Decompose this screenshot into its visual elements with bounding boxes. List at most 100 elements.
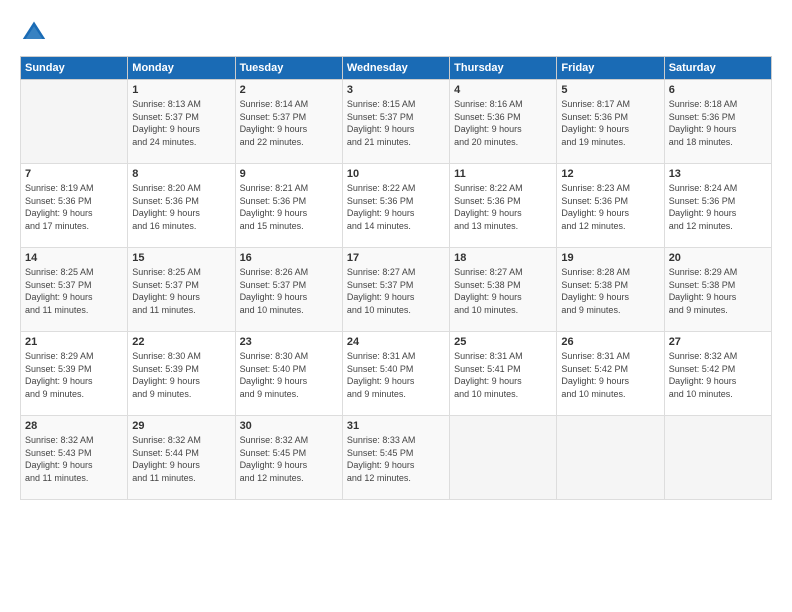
- calendar-week-3: 21 Sunrise: 8:29 AM Sunset: 5:39 PM Dayli…: [21, 332, 772, 416]
- calendar-cell: 7 Sunrise: 8:19 AM Sunset: 5:36 PM Daylig…: [21, 164, 128, 248]
- calendar-cell: 23Sunrise: 8:30 AM Sunset: 5:40 PM Dayli…: [235, 332, 342, 416]
- weekday-header-saturday: Saturday: [664, 57, 771, 80]
- calendar-week-4: 28Sunrise: 8:32 AM Sunset: 5:43 PM Dayli…: [21, 416, 772, 500]
- day-number: 21: [25, 336, 123, 348]
- day-number: 29: [132, 420, 230, 432]
- day-info: Sunrise: 8:30 AM Sunset: 5:39 PM Dayligh…: [132, 350, 230, 400]
- day-info: Sunrise: 8:13 AM Sunset: 5:37 PM Dayligh…: [132, 98, 230, 148]
- day-number: 13: [669, 168, 767, 180]
- day-info: Sunrise: 8:18 AM Sunset: 5:36 PM Dayligh…: [669, 98, 767, 148]
- day-info: Sunrise: 8:23 AM Sunset: 5:36 PM Dayligh…: [561, 182, 659, 232]
- calendar-week-0: 1 Sunrise: 8:13 AM Sunset: 5:37 PM Daylig…: [21, 80, 772, 164]
- calendar-cell: 3Sunrise: 8:15 AM Sunset: 5:37 PM Daylig…: [342, 80, 449, 164]
- day-info: Sunrise: 8:32 AM Sunset: 5:43 PM Dayligh…: [25, 434, 123, 484]
- day-info: Sunrise: 8:30 AM Sunset: 5:40 PM Dayligh…: [240, 350, 338, 400]
- day-number: 15: [132, 252, 230, 264]
- calendar-header: SundayMondayTuesdayWednesdayThursdayFrid…: [21, 57, 772, 80]
- calendar-cell: 13 Sunrise: 8:24 AM Sunset: 5:36 PM Dayli…: [664, 164, 771, 248]
- day-number: 3: [347, 84, 445, 96]
- day-number: 7: [25, 168, 123, 180]
- calendar-cell: 28Sunrise: 8:32 AM Sunset: 5:43 PM Dayli…: [21, 416, 128, 500]
- calendar-cell: 15 Sunrise: 8:25 AM Sunset: 5:37 PM Dayli…: [128, 248, 235, 332]
- day-info: Sunrise: 8:22 AM Sunset: 5:36 PM Dayligh…: [454, 182, 552, 232]
- weekday-header-monday: Monday: [128, 57, 235, 80]
- weekday-header-friday: Friday: [557, 57, 664, 80]
- calendar-cell: [21, 80, 128, 164]
- day-info: Sunrise: 8:17 AM Sunset: 5:36 PM Dayligh…: [561, 98, 659, 148]
- day-info: Sunrise: 8:26 AM Sunset: 5:37 PM Dayligh…: [240, 266, 338, 316]
- day-number: 11: [454, 168, 552, 180]
- calendar-week-2: 14 Sunrise: 8:25 AM Sunset: 5:37 PM Dayli…: [21, 248, 772, 332]
- calendar-cell: 24 Sunrise: 8:31 AM Sunset: 5:40 PM Dayli…: [342, 332, 449, 416]
- header: [20, 18, 772, 46]
- calendar-cell: 29 Sunrise: 8:32 AM Sunset: 5:44 PM Dayli…: [128, 416, 235, 500]
- day-info: Sunrise: 8:25 AM Sunset: 5:37 PM Dayligh…: [132, 266, 230, 316]
- day-number: 9: [240, 168, 338, 180]
- day-info: Sunrise: 8:24 AM Sunset: 5:36 PM Dayligh…: [669, 182, 767, 232]
- day-number: 17: [347, 252, 445, 264]
- day-number: 31: [347, 420, 445, 432]
- calendar-cell: [557, 416, 664, 500]
- day-number: 6: [669, 84, 767, 96]
- day-number: 27: [669, 336, 767, 348]
- day-info: Sunrise: 8:14 AM Sunset: 5:37 PM Dayligh…: [240, 98, 338, 148]
- calendar-cell: 5 Sunrise: 8:17 AM Sunset: 5:36 PM Daylig…: [557, 80, 664, 164]
- day-info: Sunrise: 8:32 AM Sunset: 5:44 PM Dayligh…: [132, 434, 230, 484]
- day-info: Sunrise: 8:29 AM Sunset: 5:39 PM Dayligh…: [25, 350, 123, 400]
- day-number: 25: [454, 336, 552, 348]
- day-info: Sunrise: 8:32 AM Sunset: 5:42 PM Dayligh…: [669, 350, 767, 400]
- logo: [20, 18, 52, 46]
- logo-icon: [20, 18, 48, 46]
- calendar-cell: 31Sunrise: 8:33 AM Sunset: 5:45 PM Dayli…: [342, 416, 449, 500]
- day-number: 1: [132, 84, 230, 96]
- weekday-header-thursday: Thursday: [450, 57, 557, 80]
- calendar-cell: [664, 416, 771, 500]
- day-info: Sunrise: 8:27 AM Sunset: 5:38 PM Dayligh…: [454, 266, 552, 316]
- calendar-cell: 21 Sunrise: 8:29 AM Sunset: 5:39 PM Dayli…: [21, 332, 128, 416]
- day-number: 2: [240, 84, 338, 96]
- day-number: 14: [25, 252, 123, 264]
- weekday-header-wednesday: Wednesday: [342, 57, 449, 80]
- day-number: 19: [561, 252, 659, 264]
- calendar-cell: 25 Sunrise: 8:31 AM Sunset: 5:41 PM Dayli…: [450, 332, 557, 416]
- weekday-header-tuesday: Tuesday: [235, 57, 342, 80]
- day-info: Sunrise: 8:29 AM Sunset: 5:38 PM Dayligh…: [669, 266, 767, 316]
- day-info: Sunrise: 8:27 AM Sunset: 5:37 PM Dayligh…: [347, 266, 445, 316]
- day-number: 26: [561, 336, 659, 348]
- day-info: Sunrise: 8:25 AM Sunset: 5:37 PM Dayligh…: [25, 266, 123, 316]
- day-info: Sunrise: 8:22 AM Sunset: 5:36 PM Dayligh…: [347, 182, 445, 232]
- day-number: 4: [454, 84, 552, 96]
- day-number: 16: [240, 252, 338, 264]
- calendar-cell: 4 Sunrise: 8:16 AM Sunset: 5:36 PM Daylig…: [450, 80, 557, 164]
- calendar-cell: 16 Sunrise: 8:26 AM Sunset: 5:37 PM Dayli…: [235, 248, 342, 332]
- calendar-cell: 8Sunrise: 8:20 AM Sunset: 5:36 PM Daylig…: [128, 164, 235, 248]
- calendar-cell: 1 Sunrise: 8:13 AM Sunset: 5:37 PM Daylig…: [128, 80, 235, 164]
- calendar-cell: 19 Sunrise: 8:28 AM Sunset: 5:38 PM Dayli…: [557, 248, 664, 332]
- day-info: Sunrise: 8:31 AM Sunset: 5:42 PM Dayligh…: [561, 350, 659, 400]
- weekday-header-sunday: Sunday: [21, 57, 128, 80]
- calendar-table: SundayMondayTuesdayWednesdayThursdayFrid…: [20, 56, 772, 500]
- calendar-cell: 2 Sunrise: 8:14 AM Sunset: 5:37 PM Daylig…: [235, 80, 342, 164]
- page: SundayMondayTuesdayWednesdayThursdayFrid…: [0, 0, 792, 612]
- day-info: Sunrise: 8:16 AM Sunset: 5:36 PM Dayligh…: [454, 98, 552, 148]
- day-info: Sunrise: 8:32 AM Sunset: 5:45 PM Dayligh…: [240, 434, 338, 484]
- calendar-cell: 17 Sunrise: 8:27 AM Sunset: 5:37 PM Dayli…: [342, 248, 449, 332]
- calendar-cell: 14 Sunrise: 8:25 AM Sunset: 5:37 PM Dayli…: [21, 248, 128, 332]
- day-number: 5: [561, 84, 659, 96]
- day-info: Sunrise: 8:21 AM Sunset: 5:36 PM Dayligh…: [240, 182, 338, 232]
- day-info: Sunrise: 8:19 AM Sunset: 5:36 PM Dayligh…: [25, 182, 123, 232]
- day-number: 12: [561, 168, 659, 180]
- day-number: 24: [347, 336, 445, 348]
- day-info: Sunrise: 8:31 AM Sunset: 5:40 PM Dayligh…: [347, 350, 445, 400]
- day-number: 8: [132, 168, 230, 180]
- calendar-cell: 22 Sunrise: 8:30 AM Sunset: 5:39 PM Dayli…: [128, 332, 235, 416]
- calendar-cell: 30 Sunrise: 8:32 AM Sunset: 5:45 PM Dayli…: [235, 416, 342, 500]
- calendar-cell: 12 Sunrise: 8:23 AM Sunset: 5:36 PM Dayli…: [557, 164, 664, 248]
- day-info: Sunrise: 8:28 AM Sunset: 5:38 PM Dayligh…: [561, 266, 659, 316]
- calendar-cell: [450, 416, 557, 500]
- day-number: 22: [132, 336, 230, 348]
- day-number: 30: [240, 420, 338, 432]
- day-number: 10: [347, 168, 445, 180]
- calendar-cell: 18Sunrise: 8:27 AM Sunset: 5:38 PM Dayli…: [450, 248, 557, 332]
- day-info: Sunrise: 8:31 AM Sunset: 5:41 PM Dayligh…: [454, 350, 552, 400]
